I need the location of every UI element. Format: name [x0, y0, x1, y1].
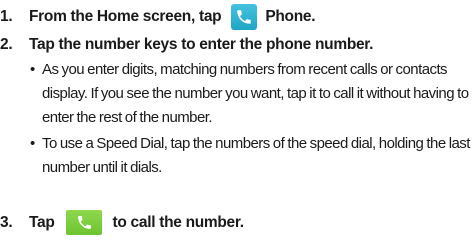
step-2: 2. Tap the number keys to enter the phon… [0, 36, 374, 54]
call-button-icon [65, 210, 102, 235]
step-number: 2. [0, 36, 13, 53]
instructions-document: 1. From the Home screen, tap Phone. 2. T… [0, 0, 474, 243]
bullet-marker: • [30, 61, 35, 78]
step-number: 3. [0, 213, 13, 231]
step-number: 1. [0, 8, 13, 25]
phone-label: Phone. [265, 8, 316, 25]
bullet-text: As you enter digits, matching numbers fr… [42, 61, 469, 126]
step-3: 3. Tap to call the number. [0, 210, 244, 235]
bullet-marker: • [30, 135, 35, 152]
step-text: From the Home screen, tap [29, 8, 222, 25]
step-text: Tap [29, 213, 55, 231]
bullet-text: To use a Speed Dial, tap the numbers of … [42, 135, 470, 176]
phone-icon [231, 4, 258, 30]
bullet-item: • As you enter digits, matching numbers … [30, 58, 472, 130]
step-1: 1. From the Home screen, tap Phone. [0, 4, 316, 30]
bullet-item: • To use a Speed Dial, tap the numbers o… [30, 132, 472, 180]
step-text: Tap the number keys to enter the phone n… [29, 36, 374, 53]
step-text: to call the number. [112, 213, 245, 231]
